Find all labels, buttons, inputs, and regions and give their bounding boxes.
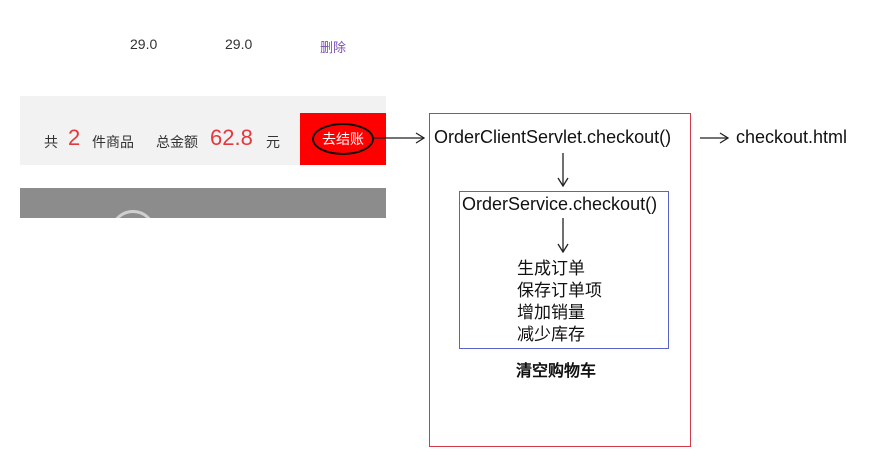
step-save-order-items: 保存订单项 bbox=[517, 281, 602, 300]
step-create-order: 生成订单 bbox=[517, 259, 585, 278]
arrow-servlet-to-checkout-page bbox=[700, 132, 730, 144]
total-amount: 62.8 bbox=[210, 125, 253, 150]
delete-link[interactable]: 删除 bbox=[320, 37, 346, 56]
currency-label: 元 bbox=[266, 134, 280, 150]
cart-summary-bar: 共 2 件商品 总金额 62.8 元 去结账 bbox=[20, 113, 386, 165]
clear-cart-label: 清空购物车 bbox=[516, 361, 597, 380]
checkout-button[interactable]: 去结账 bbox=[300, 113, 386, 165]
checkout-highlight-oval: 去结账 bbox=[312, 123, 374, 155]
step-increase-sales: 增加销量 bbox=[517, 303, 585, 322]
service-call-label: OrderService.checkout() bbox=[462, 194, 658, 214]
separator-band bbox=[20, 96, 386, 113]
summary-prefix: 共 bbox=[44, 134, 58, 150]
footer-logo-fragment bbox=[110, 210, 156, 218]
item-count: 2 bbox=[68, 125, 81, 150]
servlet-call-label: OrderClientServlet.checkout() bbox=[434, 127, 672, 147]
item-price: 29.0 bbox=[130, 36, 158, 52]
service-steps: 生成订单 保存订单项 增加销量 减少库存 bbox=[517, 258, 602, 346]
item-subtotal: 29.0 bbox=[225, 36, 253, 52]
page-footer-band bbox=[20, 188, 386, 218]
cart-screenshot: 29.0 29.0 删除 共 2 件商品 总金额 62.8 元 去结账 bbox=[20, 0, 386, 218]
item-count-unit: 件商品 bbox=[92, 134, 134, 150]
checkout-button-label: 去结账 bbox=[322, 131, 364, 147]
total-label: 总金额 bbox=[156, 134, 198, 150]
redirect-target-label: checkout.html bbox=[736, 127, 848, 147]
step-decrease-stock: 减少库存 bbox=[517, 325, 585, 344]
